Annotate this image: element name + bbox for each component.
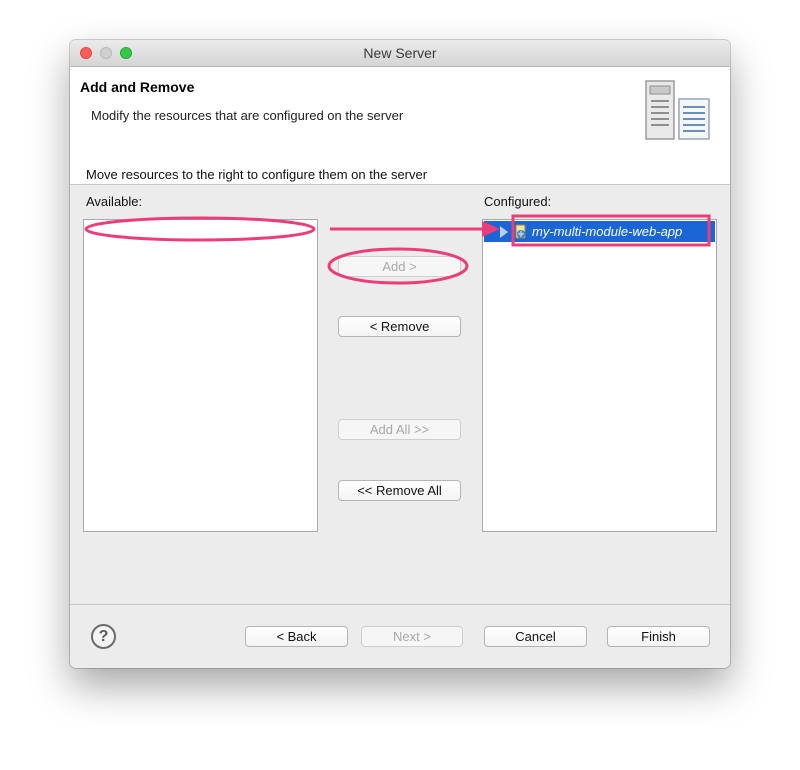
window-title: New Server: [363, 45, 437, 61]
configured-label: Configured:: [484, 194, 552, 209]
remove-button[interactable]: < Remove: [338, 316, 461, 337]
page-description: Modify the resources that are configured…: [91, 108, 404, 123]
back-button[interactable]: < Back: [245, 626, 348, 647]
title-bar: New Server: [70, 40, 730, 67]
help-icon[interactable]: ?: [91, 624, 116, 649]
expand-arrow-icon[interactable]: [500, 226, 508, 238]
new-server-dialog: New Server Add and Remove Modify the res…: [70, 40, 730, 668]
add-all-button[interactable]: Add All >>: [338, 419, 461, 440]
configured-list[interactable]: my-multi-module-web-app: [482, 219, 717, 532]
footer-divider: [70, 604, 730, 605]
remove-all-button[interactable]: << Remove All: [338, 480, 461, 501]
next-button[interactable]: Next >: [361, 626, 463, 647]
instructions-text: Move resources to the right to configure…: [86, 167, 428, 182]
module-label: my-multi-module-web-app: [532, 224, 683, 239]
add-button[interactable]: Add >: [338, 256, 461, 277]
server-icon: [645, 80, 710, 140]
available-label: Available:: [86, 194, 143, 209]
available-list[interactable]: [83, 219, 318, 532]
module-icon: [515, 224, 526, 239]
page-title: Add and Remove: [80, 79, 195, 95]
finish-button[interactable]: Finish: [607, 626, 710, 647]
cancel-button[interactable]: Cancel: [484, 626, 587, 647]
configured-item[interactable]: my-multi-module-web-app: [484, 221, 715, 242]
